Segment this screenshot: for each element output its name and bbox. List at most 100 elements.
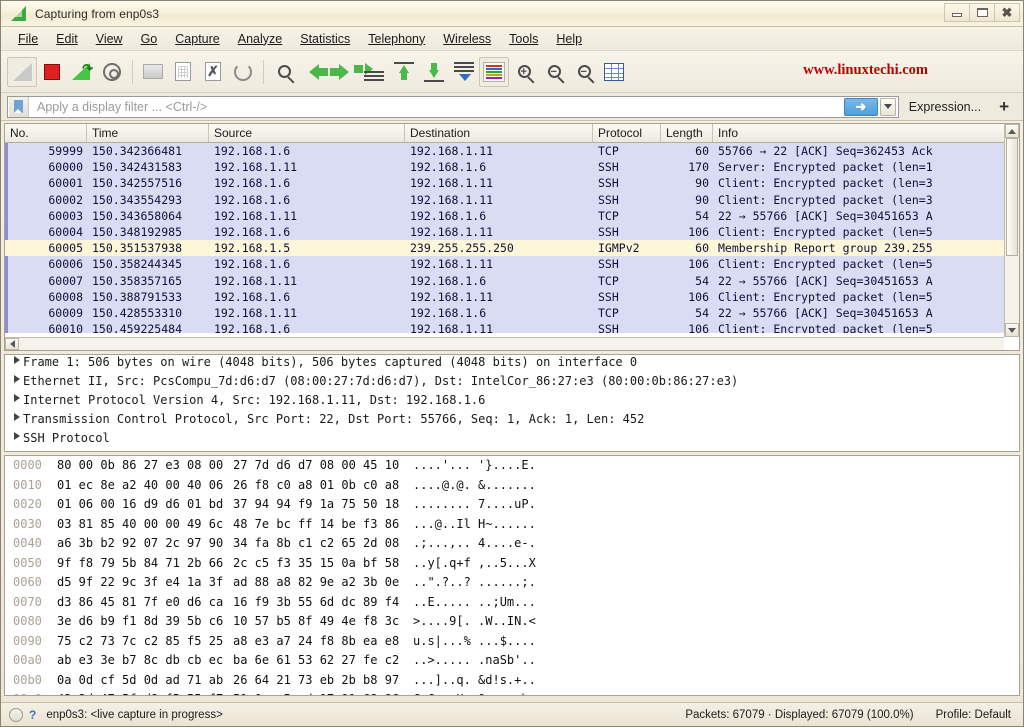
table-row[interactable]: 60008150.388791533192.168.1.6192.168.1.1… — [5, 289, 1019, 305]
expression-button[interactable]: Expression... — [899, 100, 991, 114]
close-file-icon[interactable]: ✗ — [198, 57, 228, 87]
packet-list-rows[interactable]: 59999150.342366481192.168.1.6192.168.1.1… — [5, 143, 1019, 333]
packet-bytes-pane[interactable]: 000080 00 0b 86 27 e3 08 0027 7d d6 d7 0… — [4, 455, 1020, 696]
find-packet-icon[interactable] — [269, 57, 299, 87]
cell-source: 192.168.1.11 — [209, 273, 405, 289]
detail-tree-item[interactable]: Frame 1: 506 bytes on wire (4048 bits), … — [5, 355, 1019, 374]
menu-telephony[interactable]: Telephony — [359, 30, 434, 48]
minimize-button[interactable] — [944, 3, 970, 22]
close-button[interactable]: ✖ — [994, 3, 1020, 22]
scroll-left-button[interactable] — [5, 338, 19, 350]
menu-statistics[interactable]: Statistics — [291, 30, 359, 48]
auto-scroll-icon[interactable] — [449, 57, 479, 87]
scroll-down-button[interactable] — [1005, 323, 1019, 337]
hex-dump-row[interactable]: 0040a6 3b b2 92 07 2c 97 9034 fa 8b c1 c… — [5, 536, 1019, 556]
stop-capture-icon[interactable] — [37, 57, 67, 87]
menu-go[interactable]: Go — [132, 30, 167, 48]
menu-wireless[interactable]: Wireless — [434, 30, 500, 48]
open-file-icon[interactable] — [138, 57, 168, 87]
table-row[interactable]: 60000150.342431583192.168.1.11192.168.1.… — [5, 159, 1019, 175]
column-header-no[interactable]: No. — [5, 124, 87, 142]
table-row[interactable]: 60004150.348192985192.168.1.6192.168.1.1… — [5, 224, 1019, 240]
table-row[interactable]: 60007150.358357165192.168.1.11192.168.1.… — [5, 273, 1019, 289]
hex-dump-row[interactable]: 00803e d6 b9 f1 8d 39 5b c610 57 b5 8f 4… — [5, 614, 1019, 634]
vertical-scroll-thumb[interactable] — [1006, 138, 1018, 256]
save-file-icon[interactable] — [168, 57, 198, 87]
packet-details-pane[interactable]: Frame 1: 506 bytes on wire (4048 bits), … — [4, 354, 1020, 452]
go-to-first-packet-icon[interactable] — [389, 57, 419, 87]
table-row[interactable]: 60003150.343658064192.168.1.11192.168.1.… — [5, 208, 1019, 224]
detail-tree-label: Frame 1: 506 bytes on wire (4048 bits), … — [23, 355, 637, 369]
menu-file[interactable]: File — [9, 30, 47, 48]
table-row[interactable]: 60002150.343554293192.168.1.6192.168.1.1… — [5, 192, 1019, 208]
table-row[interactable]: 60001150.342557516192.168.1.6192.168.1.1… — [5, 175, 1019, 191]
hex-dump-row[interactable]: 0060d5 9f 22 9c 3f e4 1a 3fad 88 a8 82 9… — [5, 575, 1019, 595]
go-to-packet-icon[interactable] — [359, 57, 389, 87]
chevron-down-icon[interactable] — [880, 98, 896, 116]
start-capture-icon[interactable] — [7, 57, 37, 87]
filter-input-container[interactable]: Apply a display filter ... <Ctrl-/> ➜ — [7, 96, 899, 118]
colorize-packets-icon[interactable] — [479, 57, 509, 87]
filter-input[interactable]: Apply a display filter ... <Ctrl-/> — [29, 100, 844, 114]
hex-dump-row[interactable]: 00c043 3d 47 5f d8 f5 55 f751 0e c5 ed 1… — [5, 692, 1019, 696]
column-header-info[interactable]: Info — [713, 124, 1019, 142]
capture-status-icon[interactable] — [9, 708, 23, 722]
scroll-up-button[interactable] — [1005, 124, 1019, 138]
expand-triangle-icon[interactable] — [11, 393, 23, 402]
column-header-destination[interactable]: Destination — [405, 124, 593, 142]
cell-source: 192.168.1.6 — [209, 175, 405, 191]
expand-triangle-icon[interactable] — [11, 374, 23, 383]
expand-triangle-icon[interactable] — [11, 431, 23, 440]
hex-dump-row[interactable]: 00a0ab e3 3e b7 8c db cb ecba 6e 61 53 6… — [5, 653, 1019, 673]
row-marker — [5, 240, 17, 256]
hex-dump-row[interactable]: 000080 00 0b 86 27 e3 08 0027 7d d6 d7 0… — [5, 458, 1019, 478]
menu-help[interactable]: Help — [547, 30, 591, 48]
hex-dump-row[interactable]: 001001 ec 8e a2 40 00 40 0626 f8 c0 a8 0… — [5, 478, 1019, 498]
table-row[interactable]: 59999150.342366481192.168.1.6192.168.1.1… — [5, 143, 1019, 159]
go-to-last-packet-icon[interactable] — [419, 57, 449, 87]
add-filter-button[interactable]: + — [991, 97, 1017, 117]
capture-options-icon[interactable] — [97, 57, 127, 87]
zoom-reset-icon[interactable]: − — [569, 57, 599, 87]
column-header-length[interactable]: Length — [661, 124, 713, 142]
zoom-out-icon[interactable]: − — [539, 57, 569, 87]
menu-tools[interactable]: Tools — [500, 30, 547, 48]
bookmark-icon[interactable] — [9, 97, 29, 117]
menu-analyze[interactable]: Analyze — [229, 30, 291, 48]
packet-list-pane[interactable]: No. Time Source Destination Protocol Len… — [4, 123, 1020, 351]
table-row[interactable]: 60005150.351537938192.168.1.5239.255.255… — [5, 240, 1019, 256]
maximize-button[interactable] — [969, 3, 995, 22]
table-row[interactable]: 60010150.459225484192.168.1.6192.168.1.1… — [5, 321, 1019, 333]
hex-dump-row[interactable]: 003003 81 85 40 00 00 49 6c48 7e bc ff 1… — [5, 517, 1019, 537]
detail-tree-item[interactable]: Transmission Control Protocol, Src Port:… — [5, 412, 1019, 431]
column-header-protocol[interactable]: Protocol — [593, 124, 661, 142]
menu-view[interactable]: View — [87, 30, 132, 48]
zoom-in-icon[interactable]: + — [509, 57, 539, 87]
hex-dump-row[interactable]: 00509f f8 79 5b 84 71 2b 662c c5 f3 35 1… — [5, 556, 1019, 576]
detail-tree-item[interactable]: Internet Protocol Version 4, Src: 192.16… — [5, 393, 1019, 412]
menu-edit[interactable]: Edit — [47, 30, 87, 48]
expand-triangle-icon[interactable] — [11, 355, 23, 364]
hex-dump-row[interactable]: 0070d3 86 45 81 7f e0 d6 ca16 f9 3b 55 6… — [5, 595, 1019, 615]
table-row[interactable]: 60006150.358244345192.168.1.6192.168.1.1… — [5, 256, 1019, 272]
packet-list-vertical-scrollbar[interactable] — [1004, 124, 1019, 337]
column-header-source[interactable]: Source — [209, 124, 405, 142]
reload-file-icon[interactable] — [228, 57, 258, 87]
table-row[interactable]: 60009150.428553310192.168.1.11192.168.1.… — [5, 305, 1019, 321]
expert-info-icon[interactable]: ? — [29, 708, 36, 722]
vertical-scroll-track[interactable] — [1005, 138, 1019, 323]
hex-dump-row[interactable]: 002001 06 00 16 d9 d6 01 bd37 94 94 f9 1… — [5, 497, 1019, 517]
detail-tree-item[interactable]: Ethernet II, Src: PcsCompu_7d:d6:d7 (08:… — [5, 374, 1019, 393]
restart-capture-icon[interactable]: ↷ — [67, 57, 97, 87]
apply-filter-arrow-icon[interactable]: ➜ — [844, 98, 878, 116]
horizontal-scroll-track[interactable] — [19, 338, 1004, 350]
resize-columns-icon[interactable] — [599, 57, 629, 87]
hex-dump-row[interactable]: 00b00a 0d cf 5d 0d ad 71 ab26 64 21 73 e… — [5, 673, 1019, 693]
hex-dump-row[interactable]: 009075 c2 73 7c c2 85 f5 25a8 e3 a7 24 f… — [5, 634, 1019, 654]
packet-list-horizontal-scrollbar[interactable] — [5, 337, 1004, 350]
menu-capture[interactable]: Capture — [166, 30, 228, 48]
expand-triangle-icon[interactable] — [11, 412, 23, 421]
detail-tree-item[interactable]: SSH Protocol — [5, 431, 1019, 450]
column-header-time[interactable]: Time — [87, 124, 209, 142]
go-back-icon[interactable] — [299, 57, 329, 87]
